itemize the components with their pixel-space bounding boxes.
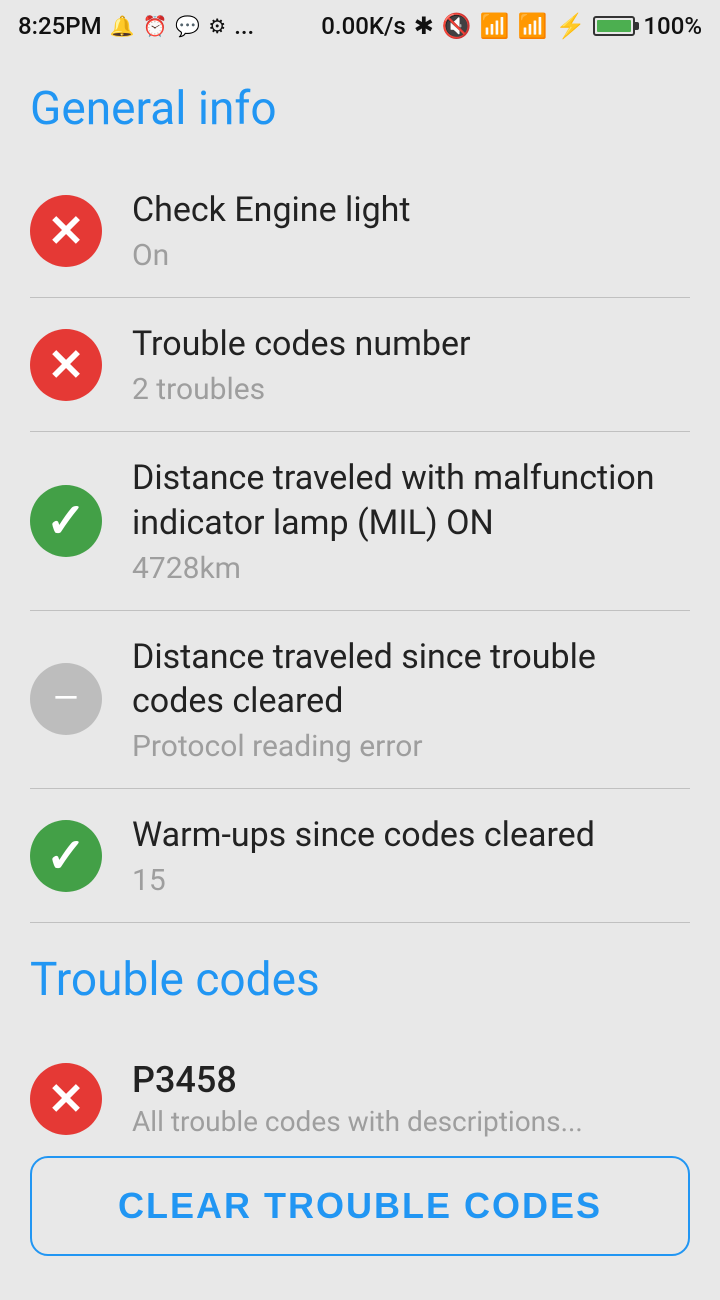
info-item-cleared-distance[interactable]: − Distance traveled since trouble codes … [30,611,690,789]
check-engine-label: Check Engine light [132,188,690,232]
general-info-section: General info ✕ Check Engine light On ✕ T… [0,52,720,923]
mil-distance-value: 4728km [132,551,690,586]
trouble-codes-title: Trouble codes [30,953,690,1007]
check-engine-text: Check Engine light On [132,188,690,273]
bottom-bar: CLEAR TROUBLE CODES [0,1138,720,1280]
warmups-text: Warm-ups since codes cleared 15 [132,813,690,898]
cleared-distance-icon: − [30,663,102,735]
check-engine-value: On [132,238,690,273]
status-right: 0.00K/s ✱ 🔇 📶 📶 ⚡ 100% [321,12,702,40]
content-scroll: General info ✕ Check Engine light On ✕ T… [0,52,720,1300]
trouble-desc-p3458: All trouble codes with descriptions... [132,1105,690,1138]
general-info-title: General info [30,82,690,136]
clear-trouble-codes-button[interactable]: CLEAR TROUBLE CODES [30,1156,690,1256]
cleared-distance-text: Distance traveled since trouble codes cl… [132,635,690,764]
trouble-codes-section: Trouble codes ✕ P3458 All trouble codes … [0,923,720,1150]
trouble-count-label: Trouble codes number [132,322,690,366]
mil-distance-icon: ✓ [30,485,102,557]
volume-icon: 🔇 [442,12,472,40]
trouble-count-text: Trouble codes number 2 troubles [132,322,690,407]
status-bar: 8:25PM 🔔 ⏰ 💬 ⚙ ... 0.00K/s ✱ 🔇 📶 📶 ⚡ 100… [0,0,720,52]
mil-distance-label: Distance traveled with malfunction indic… [132,456,690,544]
dots: ... [234,12,254,40]
battery-fill [597,20,631,32]
check-engine-icon: ✕ [30,195,102,267]
x-icon-2: ✕ [48,343,85,387]
notif-icon: 🔔 [110,14,135,38]
msg-icon: 💬 [175,14,200,38]
signal-icon: 📶 [518,12,548,40]
info-item-mil-distance[interactable]: ✓ Distance traveled with malfunction ind… [30,432,690,610]
warmups-icon: ✓ [30,820,102,892]
info-item-trouble-count[interactable]: ✕ Trouble codes number 2 troubles [30,298,690,432]
time: 8:25PM [18,12,102,40]
charge-icon: ⚡ [556,12,586,40]
mil-distance-text: Distance traveled with malfunction indic… [132,456,690,585]
trouble-item-p3458[interactable]: ✕ P3458 All trouble codes with descripti… [30,1035,690,1150]
x-icon: ✕ [48,209,85,253]
trouble-p3458-text: P3458 All trouble codes with description… [132,1059,690,1138]
warmups-value: 15 [132,863,690,898]
status-left: 8:25PM 🔔 ⏰ 💬 ⚙ ... [18,12,254,40]
network-speed: 0.00K/s [321,12,405,40]
misc-icon: ⚙ [208,14,226,38]
battery-percent: 100% [643,12,702,40]
warmups-label: Warm-ups since codes cleared [132,813,690,857]
x-icon-3: ✕ [48,1077,85,1121]
battery-icon [593,16,635,36]
trouble-count-icon: ✕ [30,329,102,401]
info-item-warmups[interactable]: ✓ Warm-ups since codes cleared 15 [30,789,690,923]
trouble-count-value: 2 troubles [132,372,690,407]
wifi-icon: 📶 [480,12,510,40]
check-icon-2: ✓ [46,832,86,880]
trouble-p3458-icon: ✕ [30,1063,102,1135]
info-item-check-engine[interactable]: ✕ Check Engine light On [30,164,690,298]
check-icon: ✓ [46,497,86,545]
trouble-code-p3458: P3458 [132,1059,690,1101]
cleared-distance-value: Protocol reading error [132,729,690,764]
cleared-distance-label: Distance traveled since trouble codes cl… [132,635,690,723]
bluetooth-icon: ✱ [414,12,434,40]
alarm-icon: ⏰ [142,14,167,38]
minus-icon: − [51,673,81,725]
info-list: ✕ Check Engine light On ✕ Trouble codes … [30,164,690,923]
